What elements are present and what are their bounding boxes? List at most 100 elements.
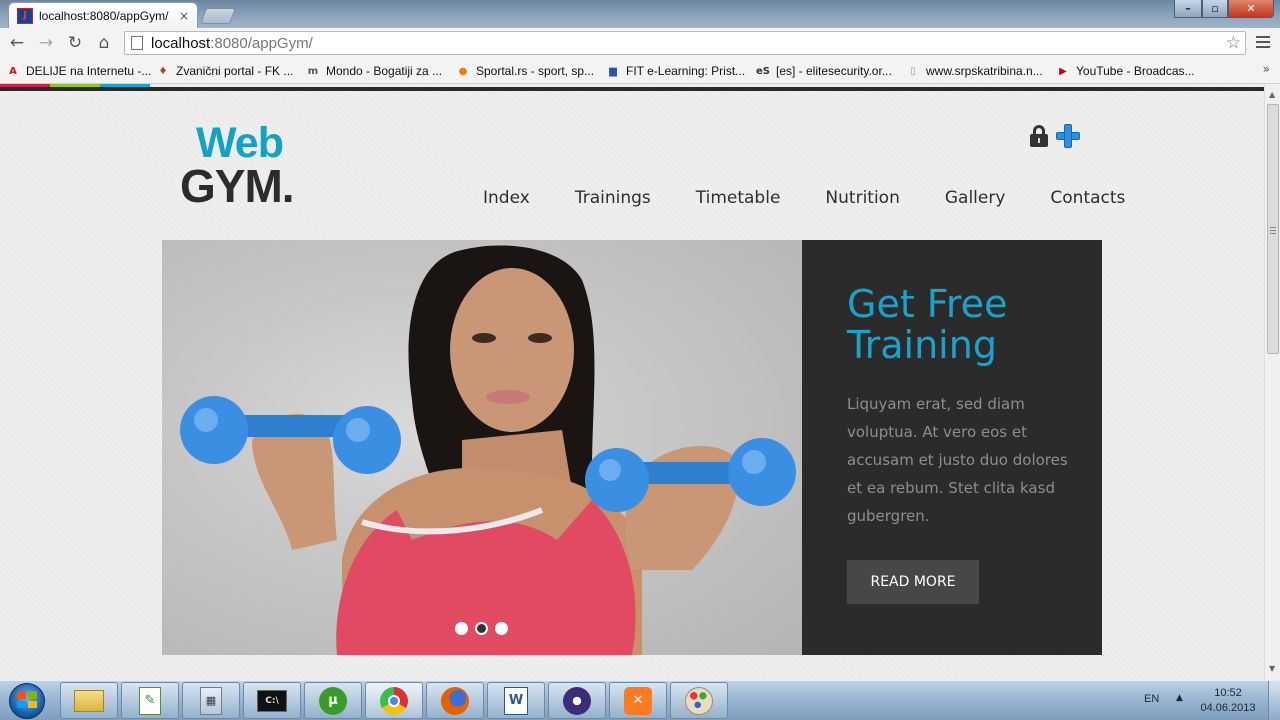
header-icons bbox=[1030, 124, 1080, 148]
utorrent-icon: µ bbox=[319, 686, 347, 715]
xampp-icon: ✕ bbox=[624, 686, 652, 715]
reload-icon[interactable]: ↻ bbox=[64, 32, 86, 54]
red-a-icon: A bbox=[9, 65, 17, 77]
scroll-down-arrow-icon[interactable]: ▼ bbox=[1269, 664, 1275, 673]
tray-expand-icon[interactable]: ▲ bbox=[1176, 693, 1183, 703]
bookmark-item[interactable]: m Mondo - Bogatiji za ... bbox=[306, 62, 442, 80]
clock-time: 10:52 bbox=[1214, 687, 1242, 699]
nav-item-gallery[interactable]: Gallery bbox=[945, 188, 1006, 208]
nav-item-timetable[interactable]: Timetable bbox=[696, 188, 781, 208]
read-more-button[interactable]: READ MORE bbox=[847, 560, 979, 604]
slide-photo bbox=[162, 240, 802, 655]
scroll-thumb[interactable] bbox=[1267, 104, 1279, 354]
tab-close-icon[interactable]: × bbox=[179, 9, 189, 23]
notepad-icon: ✎ bbox=[139, 686, 161, 715]
browser-tab-active[interactable]: J localhost:8080/appGym/ × bbox=[8, 2, 198, 28]
nav-item-nutrition[interactable]: Nutrition bbox=[825, 188, 899, 208]
bookmark-item[interactable]: eS [es] - elitesecurity.or... bbox=[756, 62, 892, 80]
page-scrollbar[interactable]: ▲ ▼ bbox=[1264, 84, 1280, 680]
slide-text-panel: Get Free Training Liquyam erat, sed diam… bbox=[802, 240, 1102, 655]
url-host: localhost bbox=[151, 34, 211, 52]
chrome-icon bbox=[380, 686, 408, 715]
window-minimize-button[interactable]: – bbox=[1174, 0, 1202, 18]
page-viewport: Web GYM. Index Trainings Timetable Nutri… bbox=[0, 84, 1264, 680]
lock-icon[interactable] bbox=[1030, 125, 1048, 147]
bookmark-label: [es] - elitesecurity.or... bbox=[776, 64, 892, 78]
bookmark-label: DELIJE na Internetu -... bbox=[26, 64, 152, 78]
taskbar-notepadpp[interactable]: ✎ bbox=[121, 682, 179, 719]
tab-favicon-icon: J bbox=[17, 7, 33, 24]
bookmark-item[interactable]: A DELIJE na Internetu -... bbox=[6, 62, 151, 80]
nav-item-index[interactable]: Index bbox=[483, 188, 530, 208]
taskbar-paint[interactable] bbox=[670, 682, 728, 719]
browser-toolbar: ← → ↻ ⌂ localhost:8080/appGym/ ☆ bbox=[0, 28, 1280, 58]
taskbar-explorer[interactable] bbox=[60, 682, 118, 719]
nav-item-contacts[interactable]: Contacts bbox=[1050, 188, 1125, 208]
language-indicator[interactable]: EN bbox=[1144, 693, 1159, 705]
windows-flag-icon bbox=[17, 691, 37, 708]
new-tab-button[interactable] bbox=[200, 8, 236, 24]
bookmark-label: Mondo - Bogatiji za ... bbox=[326, 64, 443, 78]
slider-dot[interactable] bbox=[495, 622, 508, 635]
chrome-menu-icon[interactable] bbox=[1254, 33, 1272, 53]
bookmark-label: Zvanični portal - FK ... bbox=[176, 64, 294, 78]
slide-body-text: Liquyam erat, sed diam voluptua. At vero… bbox=[847, 395, 1068, 525]
taskbar-cmd[interactable]: C:\ bbox=[243, 682, 301, 719]
plus-icon[interactable] bbox=[1056, 124, 1080, 148]
window-maximize-button[interactable]: ▫ bbox=[1202, 0, 1228, 18]
calculator-icon: ▦ bbox=[200, 686, 222, 715]
sportal-circle-icon: ● bbox=[458, 65, 468, 77]
bookmarks-overflow-icon[interactable]: » bbox=[1263, 62, 1270, 76]
scroll-up-arrow-icon[interactable]: ▲ bbox=[1269, 90, 1275, 99]
word-icon: W bbox=[504, 686, 528, 715]
system-clock[interactable]: 10:52 04.06.2013 bbox=[1196, 686, 1260, 716]
hero-slider: Get Free Training Liquyam erat, sed diam… bbox=[162, 240, 1102, 655]
main-nav: Index Trainings Timetable Nutrition Gall… bbox=[483, 188, 1125, 208]
terminal-icon: C:\ bbox=[257, 689, 287, 712]
bookmark-label: YouTube - Broadcas... bbox=[1076, 64, 1195, 78]
bookmark-item[interactable]: ▶ YouTube - Broadcas... bbox=[1056, 62, 1195, 80]
taskbar-calculator[interactable]: ▦ bbox=[182, 682, 240, 719]
bookmarks-bar: A DELIJE na Internetu -... ♦ Zvanični po… bbox=[0, 58, 1280, 84]
windows-taskbar: ✎ ▦ C:\ µ W ✕ EN ▲ 10:52 04.06.2013 bbox=[0, 680, 1280, 720]
eclipse-icon bbox=[563, 686, 591, 715]
slider-dots bbox=[455, 622, 508, 635]
slider-dot[interactable] bbox=[455, 622, 468, 635]
bookmark-item[interactable]: ▆ FIT e-Learning: Prist... bbox=[606, 62, 745, 80]
forward-arrow-icon[interactable]: → bbox=[35, 32, 57, 54]
taskbar-firefox[interactable] bbox=[426, 682, 484, 719]
slider-dot-active[interactable] bbox=[475, 622, 488, 635]
woman-with-dumbbells-image bbox=[180, 245, 796, 655]
firefox-icon bbox=[441, 686, 469, 715]
clock-date: 04.06.2013 bbox=[1200, 702, 1256, 714]
bookmark-star-icon[interactable]: ☆ bbox=[1226, 33, 1241, 53]
paint-icon bbox=[685, 686, 713, 715]
crest-icon: ♦ bbox=[158, 65, 168, 77]
taskbar-word[interactable]: W bbox=[487, 682, 545, 719]
home-icon[interactable]: ⌂ bbox=[93, 32, 115, 54]
site-logo[interactable]: Web GYM. bbox=[180, 119, 295, 212]
taskbar-eclipse[interactable] bbox=[548, 682, 606, 719]
logo-line-gym: GYM. bbox=[180, 160, 295, 212]
url-path: :8080/appGym/ bbox=[210, 34, 313, 52]
show-desktop-button[interactable] bbox=[1268, 681, 1280, 720]
taskbar-utorrent[interactable]: µ bbox=[304, 682, 362, 719]
bookmark-item[interactable]: ▯ www.srpskatribina.n... bbox=[906, 62, 1042, 80]
slide-headline: Get Free Training bbox=[847, 282, 1008, 367]
taskbar-xampp[interactable]: ✕ bbox=[609, 682, 667, 719]
youtube-icon: ▶ bbox=[1059, 65, 1067, 77]
mondo-icon: m bbox=[307, 65, 319, 77]
taskbar-chrome[interactable] bbox=[365, 682, 423, 719]
bookmark-item[interactable]: ♦ Zvanični portal - FK ... bbox=[156, 62, 294, 80]
top-color-bar bbox=[0, 84, 1264, 91]
address-bar[interactable]: localhost:8080/appGym/ ☆ bbox=[124, 31, 1246, 55]
monitor-icon: ▆ bbox=[609, 65, 617, 77]
start-button[interactable] bbox=[5, 681, 49, 720]
window-close-button[interactable]: ✕ bbox=[1228, 0, 1274, 18]
dark-stripe bbox=[0, 87, 1264, 91]
nav-item-trainings[interactable]: Trainings bbox=[575, 188, 651, 208]
back-arrow-icon[interactable]: ← bbox=[6, 32, 28, 54]
bookmark-item[interactable]: ● Sportal.rs - sport, sp... bbox=[456, 62, 594, 80]
logo-line-web: Web bbox=[196, 119, 284, 167]
blank-page-icon: ▯ bbox=[910, 65, 916, 77]
